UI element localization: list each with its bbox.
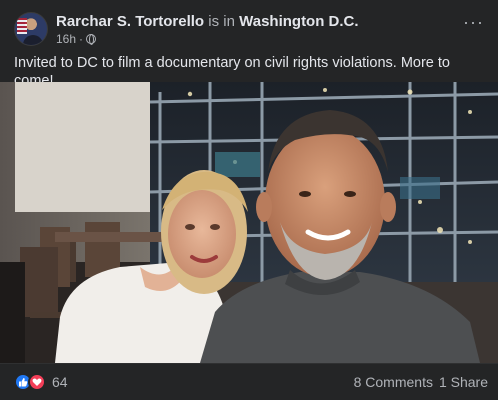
facebook-post: Rarchar S. Tortorello is in Washington D… xyxy=(0,0,498,400)
post-header: Rarchar S. Tortorello is in Washington D… xyxy=(0,0,498,50)
post-footer: 64 8 Comments 1 Share xyxy=(0,363,498,400)
post-meta: 16h · xyxy=(56,32,97,46)
author-line: Rarchar S. Tortorello is in Washington D… xyxy=(56,13,359,31)
post-stats: 8 Comments 1 Share xyxy=(354,374,488,390)
post-time[interactable]: 16h xyxy=(56,32,76,46)
reactions-summary[interactable]: 64 xyxy=(14,373,68,391)
author-name[interactable]: Rarchar S. Tortorello xyxy=(56,13,204,30)
reaction-count: 64 xyxy=(52,374,68,390)
more-options-button[interactable]: ··· xyxy=(463,13,484,31)
post-photo[interactable] xyxy=(0,82,498,363)
globe-icon xyxy=(86,34,97,45)
love-icon xyxy=(28,373,46,391)
location-link[interactable]: Washington D.C. xyxy=(239,13,358,30)
comments-count-link[interactable]: 8 Comments xyxy=(354,374,433,390)
shares-count-link[interactable]: 1 Share xyxy=(439,374,488,390)
author-avatar[interactable] xyxy=(14,12,48,46)
flag-icon xyxy=(17,18,27,34)
meta-separator: · xyxy=(79,32,84,46)
photo-illustration xyxy=(0,82,498,363)
is-in-text: is in xyxy=(208,13,235,30)
